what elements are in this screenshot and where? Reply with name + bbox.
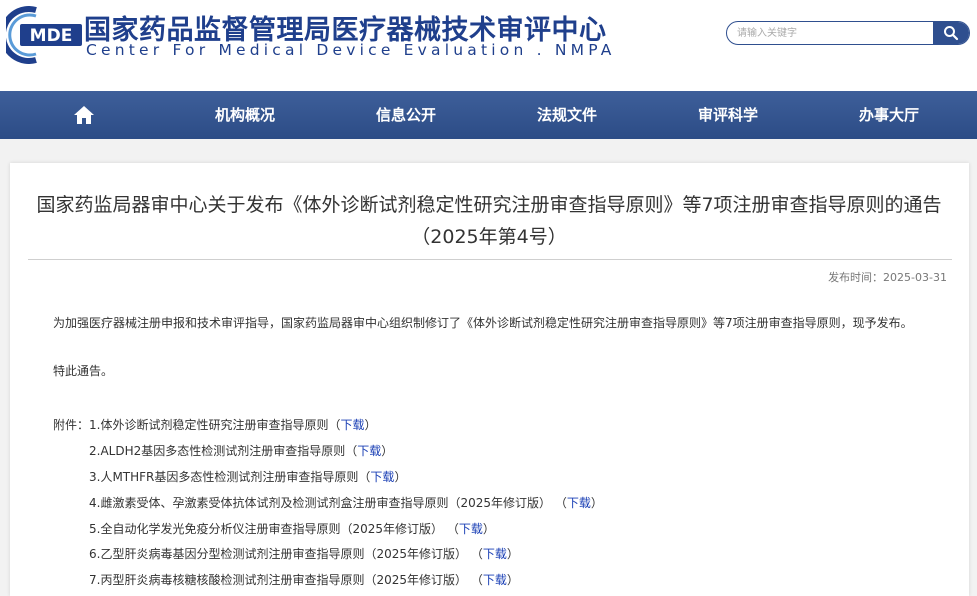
nav-item-regulations[interactable]: 法规文件 — [526, 91, 608, 139]
download-link[interactable]: 下载 — [340, 418, 364, 432]
attachment-item: 5.全自动化学发光免疫分析仪注册审查指导原则（2025年修订版） （下载） — [89, 522, 495, 536]
attachments-label: 附件： — [53, 418, 90, 432]
search-icon — [944, 26, 959, 41]
attachment-name: 6.乙型肝炎病毒基因分型检测试剂注册审查指导原则（2025年修订版） — [89, 547, 467, 561]
attachment-item: 6.乙型肝炎病毒基因分型检测试剂注册审查指导原则（2025年修订版） （下载） — [89, 547, 519, 561]
attachment-name: 4.雌激素受体、孕激素受体抗体试剂及检测试剂盒注册审查指导原则（2025年修订版… — [89, 496, 551, 510]
nav-item-info[interactable]: 信息公开 — [365, 91, 447, 139]
home-icon — [74, 106, 94, 124]
site-header: MDE 国家药品监督管理局医疗器械技术审评中心 Center For Medic… — [0, 0, 977, 91]
svg-text:MDE: MDE — [30, 26, 73, 46]
attachment-name: 1.体外诊断试剂稳定性研究注册审查指导原则 — [89, 418, 329, 432]
attachment-item: 4.雌激素受体、孕激素受体抗体试剂及检测试剂盒注册审查指导原则（2025年修订版… — [89, 496, 603, 510]
search-box — [726, 21, 970, 45]
mde-logo[interactable]: MDE — [0, 6, 82, 64]
download-link[interactable]: 下载 — [483, 547, 507, 561]
title-divider — [28, 259, 952, 260]
article-panel: 国家药监局器审中心关于发布《体外诊断试剂稳定性研究注册审查指导原则》等7项注册审… — [10, 163, 969, 596]
nav-item-services[interactable]: 办事大厅 — [848, 91, 930, 139]
attachment-name: 3.人MTHFR基因多态性检测试剂注册审查指导原则 — [89, 470, 359, 484]
download-link[interactable]: 下载 — [357, 444, 381, 458]
attachment-name: 5.全自动化学发光免疫分析仪注册审查指导原则（2025年修订版） — [89, 522, 443, 536]
attachment-name: 7.丙型肝炎病毒核糖核酸检测试剂注册审查指导原则（2025年修订版） — [89, 573, 467, 587]
article-notice: 特此通告。 — [53, 364, 114, 378]
attachment-item: 2.ALDH2基因多态性检测试剂注册审查指导原则（下载） — [89, 444, 394, 458]
nav-home[interactable] — [64, 91, 104, 139]
download-link[interactable]: 下载 — [483, 573, 507, 587]
publish-date: 发布时间：2025-03-31 — [828, 271, 947, 284]
download-link[interactable]: 下载 — [567, 496, 591, 510]
nav-item-science[interactable]: 审评科学 — [687, 91, 769, 139]
download-link[interactable]: 下载 — [459, 522, 483, 536]
main-nav: 机构概况 信息公开 法规文件 审评科学 办事大厅 — [0, 91, 977, 139]
article-paragraph: 为加强医疗器械注册申报和技术审评指导，国家药监局器审中心组织制修订了《体外诊断试… — [53, 316, 913, 330]
search-input[interactable] — [737, 24, 927, 42]
article-title: 国家药监局器审中心关于发布《体外诊断试剂稳定性研究注册审查指导原则》等7项注册审… — [36, 194, 942, 248]
site-title-en: Center For Medical Device Evaluation . N… — [86, 41, 616, 59]
attachment-item: 3.人MTHFR基因多态性检测试剂注册审查指导原则（下载） — [89, 470, 407, 484]
attachment-name: 2.ALDH2基因多态性检测试剂注册审查指导原则 — [89, 444, 346, 458]
attachment-item: 7.丙型肝炎病毒核糖核酸检测试剂注册审查指导原则（2025年修订版） （下载） — [89, 573, 519, 587]
search-button[interactable] — [933, 22, 969, 44]
attachment-item: 1.体外诊断试剂稳定性研究注册审查指导原则（下载） — [89, 418, 377, 432]
nav-item-about[interactable]: 机构概况 — [204, 91, 286, 139]
download-link[interactable]: 下载 — [370, 470, 394, 484]
